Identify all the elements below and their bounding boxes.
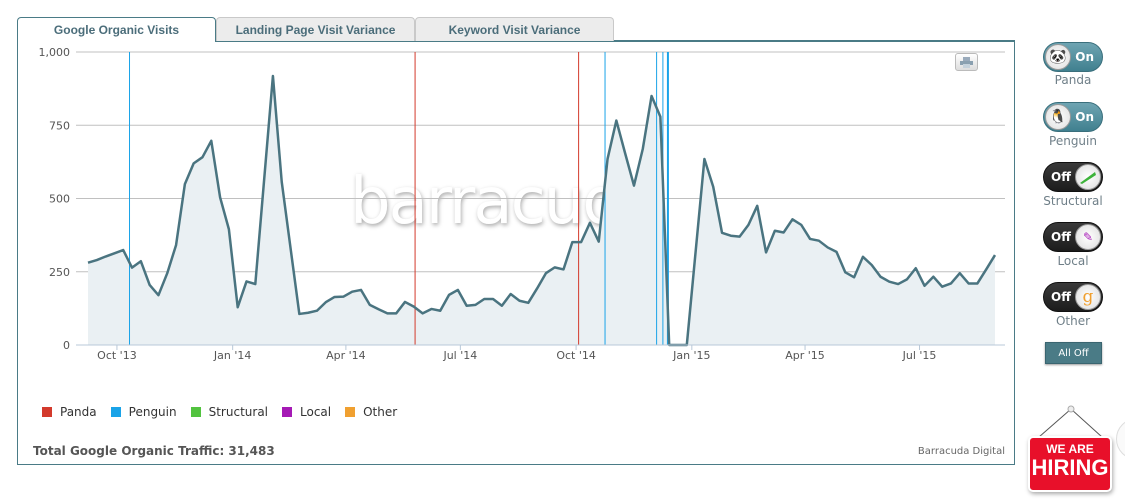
organic-visits-chart: 0 250 500 750 1,000 Oct '13 Jan '14 Apr '14 Jul … <box>39 46 1005 362</box>
legend-item-structural[interactable]: Structural <box>190 405 268 419</box>
toggle-state: Off <box>1051 170 1071 184</box>
y-tick-label: 250 <box>49 266 70 279</box>
panda-icon: 🐼 <box>1045 44 1071 70</box>
panda-toggle[interactable]: 🐼 On <box>1043 42 1103 72</box>
structural-toggle-label: Structural <box>1043 194 1103 208</box>
x-tick-label: Jan '14 <box>213 349 251 362</box>
x-tick-label: Oct '13 <box>97 349 137 362</box>
legend-label: Local <box>300 405 332 419</box>
legend-label: Structural <box>208 405 268 419</box>
legend-item-other[interactable]: Other <box>345 405 397 419</box>
y-tick-label: 0 <box>63 339 70 352</box>
print-button[interactable] <box>955 53 978 71</box>
legend-swatch <box>190 407 201 417</box>
total-traffic: Total Google Organic Traffic: 31,483 <box>33 444 275 458</box>
x-tick-label: Apr '15 <box>785 349 825 362</box>
penguin-toggle-label: Penguin <box>1049 134 1097 148</box>
x-tick-label: Oct '14 <box>556 349 596 362</box>
pigeon-icon: ✎ <box>1075 224 1101 250</box>
local-toggle-label: Local <box>1057 254 1089 268</box>
structural-beam-icon <box>1075 164 1101 190</box>
legend-label: Other <box>363 405 398 419</box>
toggle-state: On <box>1075 50 1094 64</box>
google-g-icon: g <box>1075 284 1101 310</box>
toggle-state: Off <box>1051 290 1071 304</box>
penguin-icon: 🐧 <box>1045 104 1071 130</box>
legend-item-penguin[interactable]: Penguin <box>110 405 177 419</box>
penguin-toggle[interactable]: 🐧 On <box>1043 102 1103 132</box>
all-off-button[interactable]: All Off <box>1045 342 1102 364</box>
panda-toggle-label: Panda <box>1054 73 1092 87</box>
toggle-state: Off <box>1051 230 1071 244</box>
other-toggle-label: Other <box>1055 314 1091 328</box>
local-toggle[interactable]: Off ✎ <box>1043 222 1103 252</box>
we-are-hiring-badge[interactable]: WE ARE HIRING <box>1028 436 1112 492</box>
tab-google-organic-visits[interactable]: Google Organic Visits <box>17 17 216 42</box>
legend-swatch <box>42 407 52 417</box>
legend-label: Panda <box>60 405 97 419</box>
legend-swatch <box>110 407 121 417</box>
legend-swatch <box>345 407 356 417</box>
legend-label: Penguin <box>128 405 177 419</box>
x-tick-label: Jul '15 <box>902 349 937 362</box>
x-tick-label: Apr '14 <box>326 349 366 362</box>
structural-toggle[interactable]: Off <box>1043 162 1103 192</box>
hiring-line2: HIRING <box>1031 455 1109 480</box>
chart-legend: Panda Penguin Structural Local Other <box>42 405 397 419</box>
x-tick-label: Jul '14 <box>442 349 477 362</box>
x-tick-label: Jan '15 <box>672 349 710 362</box>
y-tick-label: 500 <box>49 193 70 206</box>
legend-swatch <box>282 407 292 417</box>
chart-credit: Barracuda Digital <box>917 446 1005 457</box>
legend-item-panda[interactable]: Panda <box>42 405 97 419</box>
toggle-state: On <box>1075 110 1094 124</box>
other-toggle[interactable]: Off g <box>1043 282 1103 312</box>
y-tick-label: 750 <box>49 119 70 132</box>
y-tick-label: 1,000 <box>39 46 71 59</box>
printer-icon <box>960 56 973 68</box>
legend-item-local[interactable]: Local <box>282 405 331 419</box>
